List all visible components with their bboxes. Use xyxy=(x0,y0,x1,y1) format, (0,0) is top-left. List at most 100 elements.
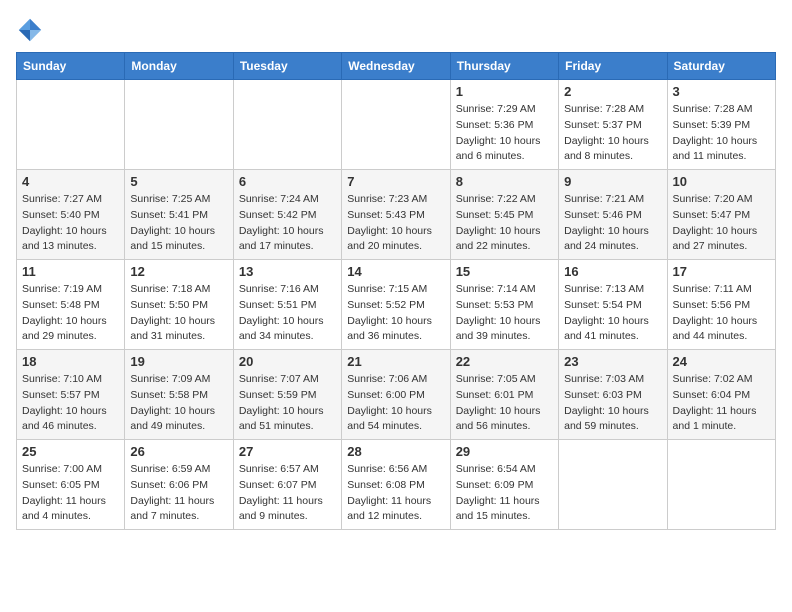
calendar-cell: 29 Sunrise: 6:54 AM Sunset: 6:09 PM Dayli… xyxy=(450,440,558,530)
calendar-cell: 14Sunrise: 7:15 AM Sunset: 5:52 PM Dayli… xyxy=(342,260,450,350)
calendar-cell: 4 Sunrise: 7:27 AM Sunset: 5:40 PM Daylig… xyxy=(17,170,125,260)
day-detail: Sunrise: 7:03 AM Sunset: 6:03 PM Dayligh… xyxy=(564,372,661,435)
calendar-week-row: 4 Sunrise: 7:27 AM Sunset: 5:40 PM Daylig… xyxy=(17,170,776,260)
day-number: 8 xyxy=(456,174,553,189)
day-number: 20 xyxy=(239,354,336,369)
day-number: 16 xyxy=(564,264,661,279)
day-number: 25 xyxy=(22,444,119,459)
calendar-cell: 21 Sunrise: 7:06 AM Sunset: 6:00 PM Dayli… xyxy=(342,350,450,440)
day-detail: Sunrise: 6:59 AM Sunset: 6:06 PM Dayligh… xyxy=(130,462,227,525)
calendar-cell xyxy=(125,80,233,170)
column-header-monday: Monday xyxy=(125,53,233,80)
day-detail: Sunrise: 6:57 AM Sunset: 6:07 PM Dayligh… xyxy=(239,462,336,525)
column-header-saturday: Saturday xyxy=(667,53,775,80)
day-number: 15 xyxy=(456,264,553,279)
calendar-cell: 27 Sunrise: 6:57 AM Sunset: 6:07 PM Dayli… xyxy=(233,440,341,530)
day-number: 13 xyxy=(239,264,336,279)
calendar-cell: 23 Sunrise: 7:03 AM Sunset: 6:03 PM Dayli… xyxy=(559,350,667,440)
day-number: 17 xyxy=(673,264,770,279)
day-number: 1 xyxy=(456,84,553,99)
column-header-thursday: Thursday xyxy=(450,53,558,80)
day-detail: Sunrise: 6:56 AM Sunset: 6:08 PM Dayligh… xyxy=(347,462,444,525)
logo xyxy=(16,16,48,44)
day-number: 26 xyxy=(130,444,227,459)
calendar-cell: 1 Sunrise: 7:29 AM Sunset: 5:36 PM Daylig… xyxy=(450,80,558,170)
calendar-cell: 15 Sunrise: 7:14 AM Sunset: 5:53 PM Dayli… xyxy=(450,260,558,350)
day-detail: Sunrise: 7:02 AM Sunset: 6:04 PM Dayligh… xyxy=(673,372,770,435)
calendar-cell xyxy=(342,80,450,170)
calendar-cell: 24 Sunrise: 7:02 AM Sunset: 6:04 PM Dayli… xyxy=(667,350,775,440)
day-detail: Sunrise: 7:25 AM Sunset: 5:41 PM Dayligh… xyxy=(130,192,227,255)
calendar-week-row: 25 Sunrise: 7:00 AM Sunset: 6:05 PM Dayli… xyxy=(17,440,776,530)
day-detail: Sunrise: 7:07 AM Sunset: 5:59 PM Dayligh… xyxy=(239,372,336,435)
calendar-week-row: 18Sunrise: 7:10 AM Sunset: 5:57 PM Dayli… xyxy=(17,350,776,440)
calendar-cell: 6 Sunrise: 7:24 AM Sunset: 5:42 PM Daylig… xyxy=(233,170,341,260)
day-number: 27 xyxy=(239,444,336,459)
day-detail: Sunrise: 7:18 AM Sunset: 5:50 PM Dayligh… xyxy=(130,282,227,345)
day-number: 23 xyxy=(564,354,661,369)
day-detail: Sunrise: 7:06 AM Sunset: 6:00 PM Dayligh… xyxy=(347,372,444,435)
day-detail: Sunrise: 7:28 AM Sunset: 5:39 PM Dayligh… xyxy=(673,102,770,165)
day-number: 19 xyxy=(130,354,227,369)
day-number: 6 xyxy=(239,174,336,189)
logo-icon xyxy=(16,16,44,44)
day-detail: Sunrise: 7:05 AM Sunset: 6:01 PM Dayligh… xyxy=(456,372,553,435)
column-header-wednesday: Wednesday xyxy=(342,53,450,80)
day-number: 11 xyxy=(22,264,119,279)
day-detail: Sunrise: 7:11 AM Sunset: 5:56 PM Dayligh… xyxy=(673,282,770,345)
day-number: 4 xyxy=(22,174,119,189)
day-number: 12 xyxy=(130,264,227,279)
calendar-cell xyxy=(17,80,125,170)
calendar-cell xyxy=(233,80,341,170)
calendar-cell: 11 Sunrise: 7:19 AM Sunset: 5:48 PM Dayli… xyxy=(17,260,125,350)
column-header-sunday: Sunday xyxy=(17,53,125,80)
calendar-cell: 28 Sunrise: 6:56 AM Sunset: 6:08 PM Dayli… xyxy=(342,440,450,530)
calendar-cell: 12 Sunrise: 7:18 AM Sunset: 5:50 PM Dayli… xyxy=(125,260,233,350)
day-detail: Sunrise: 7:28 AM Sunset: 5:37 PM Dayligh… xyxy=(564,102,661,165)
page-header xyxy=(16,16,776,44)
day-detail: Sunrise: 7:24 AM Sunset: 5:42 PM Dayligh… xyxy=(239,192,336,255)
day-number: 18 xyxy=(22,354,119,369)
column-header-tuesday: Tuesday xyxy=(233,53,341,80)
day-number: 29 xyxy=(456,444,553,459)
calendar-cell: 2 Sunrise: 7:28 AM Sunset: 5:37 PM Daylig… xyxy=(559,80,667,170)
day-number: 2 xyxy=(564,84,661,99)
calendar-cell: 3 Sunrise: 7:28 AM Sunset: 5:39 PM Daylig… xyxy=(667,80,775,170)
day-detail: Sunrise: 7:29 AM Sunset: 5:36 PM Dayligh… xyxy=(456,102,553,165)
day-number: 21 xyxy=(347,354,444,369)
calendar-cell: 16 Sunrise: 7:13 AM Sunset: 5:54 PM Dayli… xyxy=(559,260,667,350)
calendar-table: SundayMondayTuesdayWednesdayThursdayFrid… xyxy=(16,52,776,530)
day-number: 28 xyxy=(347,444,444,459)
calendar-cell: 20 Sunrise: 7:07 AM Sunset: 5:59 PM Dayli… xyxy=(233,350,341,440)
day-number: 3 xyxy=(673,84,770,99)
day-detail: Sunrise: 7:22 AM Sunset: 5:45 PM Dayligh… xyxy=(456,192,553,255)
calendar-cell: 7Sunrise: 7:23 AM Sunset: 5:43 PM Daylig… xyxy=(342,170,450,260)
day-number: 22 xyxy=(456,354,553,369)
calendar-cell: 13 Sunrise: 7:16 AM Sunset: 5:51 PM Dayli… xyxy=(233,260,341,350)
day-number: 7 xyxy=(347,174,444,189)
calendar-header-row: SundayMondayTuesdayWednesdayThursdayFrid… xyxy=(17,53,776,80)
calendar-cell: 22 Sunrise: 7:05 AM Sunset: 6:01 PM Dayli… xyxy=(450,350,558,440)
day-detail: Sunrise: 7:14 AM Sunset: 5:53 PM Dayligh… xyxy=(456,282,553,345)
calendar-cell xyxy=(667,440,775,530)
day-detail: Sunrise: 7:15 AM Sunset: 5:52 PM Dayligh… xyxy=(347,282,444,345)
day-detail: Sunrise: 6:54 AM Sunset: 6:09 PM Dayligh… xyxy=(456,462,553,525)
day-detail: Sunrise: 7:00 AM Sunset: 6:05 PM Dayligh… xyxy=(22,462,119,525)
calendar-cell: 25 Sunrise: 7:00 AM Sunset: 6:05 PM Dayli… xyxy=(17,440,125,530)
calendar-cell: 26 Sunrise: 6:59 AM Sunset: 6:06 PM Dayli… xyxy=(125,440,233,530)
calendar-cell: 19Sunrise: 7:09 AM Sunset: 5:58 PM Dayli… xyxy=(125,350,233,440)
calendar-cell: 18Sunrise: 7:10 AM Sunset: 5:57 PM Dayli… xyxy=(17,350,125,440)
calendar-week-row: 11 Sunrise: 7:19 AM Sunset: 5:48 PM Dayli… xyxy=(17,260,776,350)
calendar-cell: 8 Sunrise: 7:22 AM Sunset: 5:45 PM Daylig… xyxy=(450,170,558,260)
day-detail: Sunrise: 7:19 AM Sunset: 5:48 PM Dayligh… xyxy=(22,282,119,345)
day-detail: Sunrise: 7:27 AM Sunset: 5:40 PM Dayligh… xyxy=(22,192,119,255)
day-detail: Sunrise: 7:13 AM Sunset: 5:54 PM Dayligh… xyxy=(564,282,661,345)
day-number: 24 xyxy=(673,354,770,369)
column-header-friday: Friday xyxy=(559,53,667,80)
calendar-cell: 9Sunrise: 7:21 AM Sunset: 5:46 PM Daylig… xyxy=(559,170,667,260)
day-detail: Sunrise: 7:20 AM Sunset: 5:47 PM Dayligh… xyxy=(673,192,770,255)
calendar-cell: 10 Sunrise: 7:20 AM Sunset: 5:47 PM Dayli… xyxy=(667,170,775,260)
day-number: 10 xyxy=(673,174,770,189)
calendar-cell: 17 Sunrise: 7:11 AM Sunset: 5:56 PM Dayli… xyxy=(667,260,775,350)
day-detail: Sunrise: 7:16 AM Sunset: 5:51 PM Dayligh… xyxy=(239,282,336,345)
